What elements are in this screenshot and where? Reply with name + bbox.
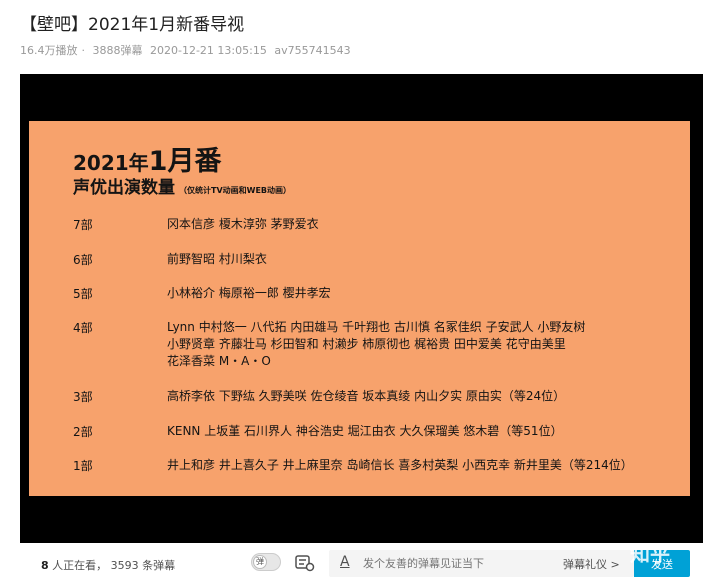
row-count: 5部: [73, 287, 93, 301]
danmaku-etiquette-link[interactable]: 弹幕礼仪 >: [563, 556, 620, 572]
row-count: 7部: [73, 218, 93, 232]
row-names: 井上和彦 井上喜久子 井上麻里奈 岛崎信长 喜多村英梨 小西克幸 新井里美（等2…: [167, 458, 633, 472]
danmaku-input[interactable]: [363, 554, 543, 572]
row-count: 4部: [73, 321, 93, 335]
video-meta: 16.4万播放 · 3888弹幕 2020-12-21 13:05:15 av75…: [20, 44, 351, 57]
av-number: av755741543: [274, 44, 351, 57]
danmaku-settings-icon[interactable]: [295, 554, 315, 572]
row-names: 前野智昭 村川梨衣: [167, 252, 267, 266]
font-style-icon[interactable]: A: [340, 554, 350, 570]
danmaku-input-box: A 弹幕礼仪 >: [329, 550, 634, 577]
danmaku-toggle[interactable]: 弹: [251, 553, 281, 571]
video-player[interactable]: 2021年1月番 声优出演数量 （仅统计TV动画和WEB动画） 7部 冈本信彦 榎…: [20, 74, 703, 543]
row-count: 3部: [73, 390, 93, 404]
row-names: KENN 上坂堇 石川界人 神谷浩史 堀江由衣 大久保瑠美 悠木碧（等51位）: [167, 424, 563, 438]
play-count: 16.4万播放: [20, 44, 78, 57]
slide-subtitle: 声优出演数量 （仅统计TV动画和WEB动画）: [73, 173, 291, 198]
slide-subtitle-text: 声优出演数量: [73, 178, 175, 198]
viewer-count: 8: [41, 559, 49, 572]
danmaku-total: 3888弹幕: [92, 44, 143, 57]
danmaku-control-bar: 8 人正在看， 3593 条弹幕 弹 A 弹幕礼仪 > 发送: [20, 548, 703, 579]
row-names: 高桥李依 下野纮 久野美咲 佐仓绫音 坂本真绫 内山夕实 原由实（等24位）: [167, 389, 566, 403]
row-count: 6部: [73, 253, 93, 267]
row-names: Lynn 中村悠一 八代拓 内田雄马 千叶翔也 古川慎 名冢佳织 子安武人 小野…: [167, 320, 586, 368]
video-frame-slide: 2021年1月番 声优出演数量 （仅统计TV动画和WEB动画） 7部 冈本信彦 榎…: [29, 121, 690, 496]
row-names: 冈本信彦 榎木淳弥 茅野爱衣: [167, 217, 319, 231]
row-names: 小林裕介 梅原裕一郎 樱井孝宏: [167, 286, 331, 300]
live-danmaku-count: 3593 条弹幕: [110, 559, 176, 572]
video-title: 【壁吧】2021年1月新番导视: [20, 15, 245, 35]
slide-year: 2021年: [73, 151, 149, 175]
publish-date: 2020-12-21 13:05:15: [150, 44, 267, 57]
slide-note: （仅统计TV动画和WEB动画）: [179, 186, 292, 195]
zhihu-watermark: 知乎: [630, 542, 670, 566]
danmaku-toggle-knob: 弹: [253, 555, 267, 569]
row-count: 2部: [73, 425, 93, 439]
viewer-status: 8 人正在看， 3593 条弹幕: [41, 559, 176, 572]
row-count: 1部: [73, 459, 93, 473]
